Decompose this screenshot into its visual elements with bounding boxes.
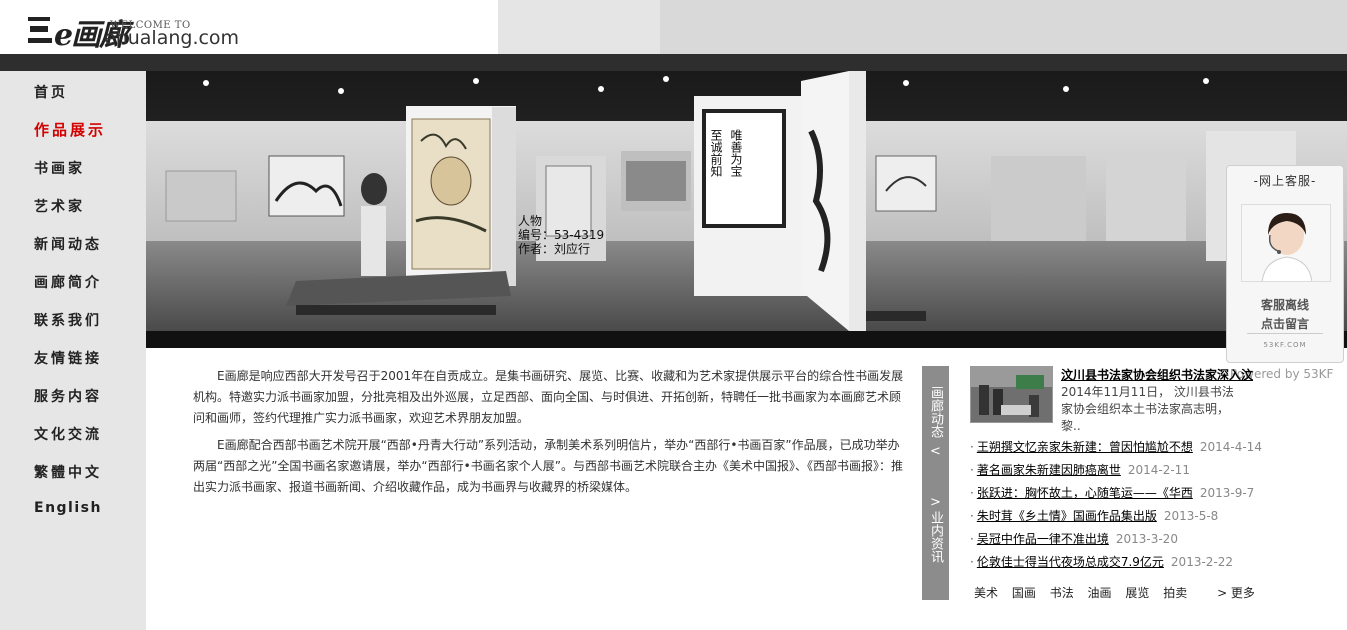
- tag-link[interactable]: 油画: [1088, 586, 1112, 600]
- gallery-intro: E画廊是响应西部大开发号召于2001年在自贡成立。是集书画研究、展览、比赛、收藏…: [193, 366, 905, 504]
- intro-paragraph: E画廊配合西部书画艺术院开展“西部•丹青大行动”系列活动，承制美术系列明信片，举…: [193, 438, 903, 494]
- caption-number: 编号：53-4319: [518, 228, 605, 242]
- list-item: · 张跃进：胸怀故土，心随笔运——《华西 2013-9-7: [970, 484, 1270, 507]
- nav-item-about[interactable]: 画廊简介: [34, 272, 102, 292]
- news-link[interactable]: 吴冠中作品一律不准出境: [977, 532, 1109, 546]
- nav-item-works[interactable]: 作品展示: [34, 119, 106, 140]
- news-link[interactable]: 张跃进：胸怀故土，心随笔运——《华西: [977, 486, 1193, 500]
- domain-text: ehualang.com: [104, 27, 240, 49]
- gallery-photo: 至诚前知 唯善为宝: [146, 71, 1347, 348]
- header-band: [498, 0, 660, 54]
- leave-message-button[interactable]: 点击留言: [1227, 315, 1343, 332]
- bullet-icon: ·: [970, 555, 974, 569]
- news-tabs: 画廊动态 < > 业内资讯: [922, 366, 949, 600]
- news-date: 2013-5-8: [1163, 509, 1219, 523]
- service-agent-avatar: [1241, 204, 1331, 282]
- calligraphy-text-1: 至诚前知: [709, 129, 723, 178]
- featured-news-summary: 2014年11月11日， 汶川县书法家协会组织本土书法家高志明，黎..: [1061, 385, 1234, 433]
- chevron-right-icon: >: [930, 495, 941, 510]
- list-item: · 伦敦佳士得当代夜场总成交7.9亿元 2013-2-22: [970, 553, 1270, 576]
- tag-link[interactable]: 美术: [974, 586, 998, 600]
- featured-news-title[interactable]: 汶川县书法家协会组织书法家深入汶: [1061, 366, 1253, 383]
- nav-item-english[interactable]: English: [34, 500, 102, 516]
- intro-paragraph: E画廊是响应西部大开发号召于2001年在自贡成立。是集书画研究、展览、比赛、收藏…: [193, 369, 904, 425]
- tag-link[interactable]: 国画: [1012, 586, 1036, 600]
- nav-item-contact[interactable]: 联系我们: [34, 310, 102, 330]
- nav-item-services[interactable]: 服务内容: [34, 386, 102, 406]
- sidebar: 首页 作品展示 书画家 艺术家 新闻动态 画廊简介 联系我们 友情链接 服务内容…: [0, 71, 146, 630]
- top-bar: [0, 54, 1347, 71]
- tab-industry-news[interactable]: > 业内资讯: [922, 494, 949, 568]
- calligraphy-text-2: 唯善为宝: [729, 129, 743, 177]
- online-service-widget[interactable]: -网上客服- 客服离线 点击留言 53KF.COM: [1226, 165, 1344, 363]
- tag-link[interactable]: 拍卖: [1163, 586, 1187, 600]
- list-item: · 著名画家朱新建因肺癌离世 2014-2-11: [970, 461, 1270, 484]
- tag-link[interactable]: 展览: [1125, 586, 1149, 600]
- list-item: · 吴冠中作品一律不准出境 2013-3-20: [970, 530, 1270, 553]
- nav-item-news[interactable]: 新闻动态: [34, 234, 102, 254]
- nav-item-exchange[interactable]: 文化交流: [34, 424, 102, 444]
- nav-item-painters[interactable]: 书画家: [34, 158, 85, 178]
- chat-brand: 53KF.COM: [1263, 341, 1307, 349]
- caption-author: 作者：刘应行: [518, 242, 591, 256]
- news-date: 2013-2-22: [1170, 555, 1234, 569]
- bullet-icon: ·: [970, 486, 974, 500]
- nav-item-traditional[interactable]: 繁體中文: [34, 462, 102, 482]
- artwork-caption: 人物 编号：53-4319 作者：刘应行: [518, 214, 604, 256]
- news-link[interactable]: 伦敦佳士得当代夜场总成交7.9亿元: [977, 555, 1164, 569]
- more-link[interactable]: > 更多: [1217, 586, 1255, 600]
- news-date: 2014-4-14: [1199, 440, 1262, 454]
- category-tags: 美术 国画 书法 油画 展览 拍卖 > 更多: [974, 584, 1265, 601]
- featured-news-image[interactable]: [970, 366, 1053, 423]
- list-item: · 王朔撰文忆亲家朱新建：曾因怕尴尬不想 2014-4-14: [970, 438, 1270, 461]
- header-band: [660, 0, 1347, 54]
- nav-item-links[interactable]: 友情链接: [34, 348, 102, 368]
- bullet-icon: ·: [970, 463, 974, 477]
- news-link[interactable]: 朱时茸《乡土情》国画作品集出版: [977, 509, 1157, 523]
- tab-gallery-news[interactable]: 画廊动态 <: [922, 386, 949, 460]
- news-list: · 王朔撰文忆亲家朱新建：曾因怕尴尬不想 2014-4-14 · 著名画家朱新建因肺癌…: [970, 438, 1270, 576]
- bullet-icon: ·: [970, 440, 974, 454]
- divider: [1247, 333, 1323, 334]
- bullet-icon: ·: [970, 532, 974, 546]
- gallery-banner[interactable]: 至诚前知 唯善为宝 人物 编号：53-4319 作者：刘应行: [146, 71, 1347, 348]
- logo-icon: [28, 17, 52, 43]
- news-date: 2014-2-11: [1127, 463, 1190, 477]
- nav-item-home[interactable]: 首页: [34, 82, 68, 102]
- list-item: · 朱时茸《乡土情》国画作品集出版 2013-5-8: [970, 507, 1270, 530]
- news-link[interactable]: 王朔撰文忆亲家朱新建：曾因怕尴尬不想: [977, 440, 1193, 454]
- tag-link[interactable]: 书法: [1050, 586, 1074, 600]
- chevron-left-icon: <: [930, 444, 941, 459]
- header: e画廊 WELCOME TO ehualang.com: [0, 0, 1347, 54]
- chat-title: -网上客服-: [1253, 174, 1317, 188]
- news-date: 2013-9-7: [1199, 486, 1255, 500]
- service-status[interactable]: 客服离线: [1227, 296, 1343, 313]
- news-date: 2013-3-20: [1115, 532, 1178, 546]
- caption-category: 人物: [518, 214, 543, 228]
- news-link[interactable]: 著名画家朱新建因肺癌离世: [977, 463, 1121, 477]
- bullet-icon: ·: [970, 509, 974, 523]
- nav-item-artists[interactable]: 艺术家: [34, 196, 85, 216]
